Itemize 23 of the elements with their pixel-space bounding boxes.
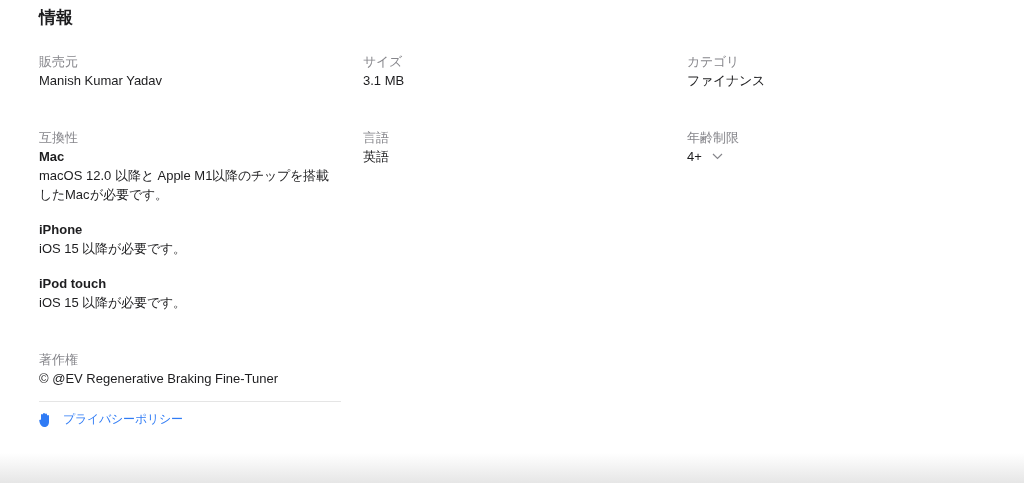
device-requirement: macOS 12.0 以降と Apple M1以降のチップを搭載したMacが必要です。 (39, 167, 331, 204)
hand-icon (39, 412, 51, 427)
device-name: Mac (39, 148, 66, 166)
field-label: 言語 (363, 129, 390, 147)
field-label: 販売元 (39, 53, 79, 71)
field-label: 著作権 (39, 351, 79, 369)
device-name: iPhone (39, 221, 84, 239)
field-value: © @EV Regenerative Braking Fine-Tuner (39, 370, 280, 388)
device-requirement: iOS 15 以降が必要です。 (39, 240, 188, 258)
section-title: 情報 (39, 7, 74, 29)
device-requirement: iOS 15 以降が必要です。 (39, 294, 188, 312)
device-name: iPod touch (39, 275, 108, 293)
field-value: Manish Kumar Yadav (39, 72, 164, 90)
field-label: 互換性 (39, 129, 79, 147)
field-value: ファイナンス (687, 72, 766, 90)
chevron-icon[interactable] (711, 153, 723, 160)
field-value: 3.1 MB (363, 72, 406, 90)
field-label: 年齢制限 (687, 129, 740, 147)
field-label: サイズ (363, 53, 403, 71)
field-label: カテゴリ (687, 53, 740, 71)
privacy-policy-link[interactable]: プライバシーポリシー (63, 411, 183, 428)
field-value: 4+ (687, 148, 702, 166)
field-value: 英語 (363, 148, 390, 166)
